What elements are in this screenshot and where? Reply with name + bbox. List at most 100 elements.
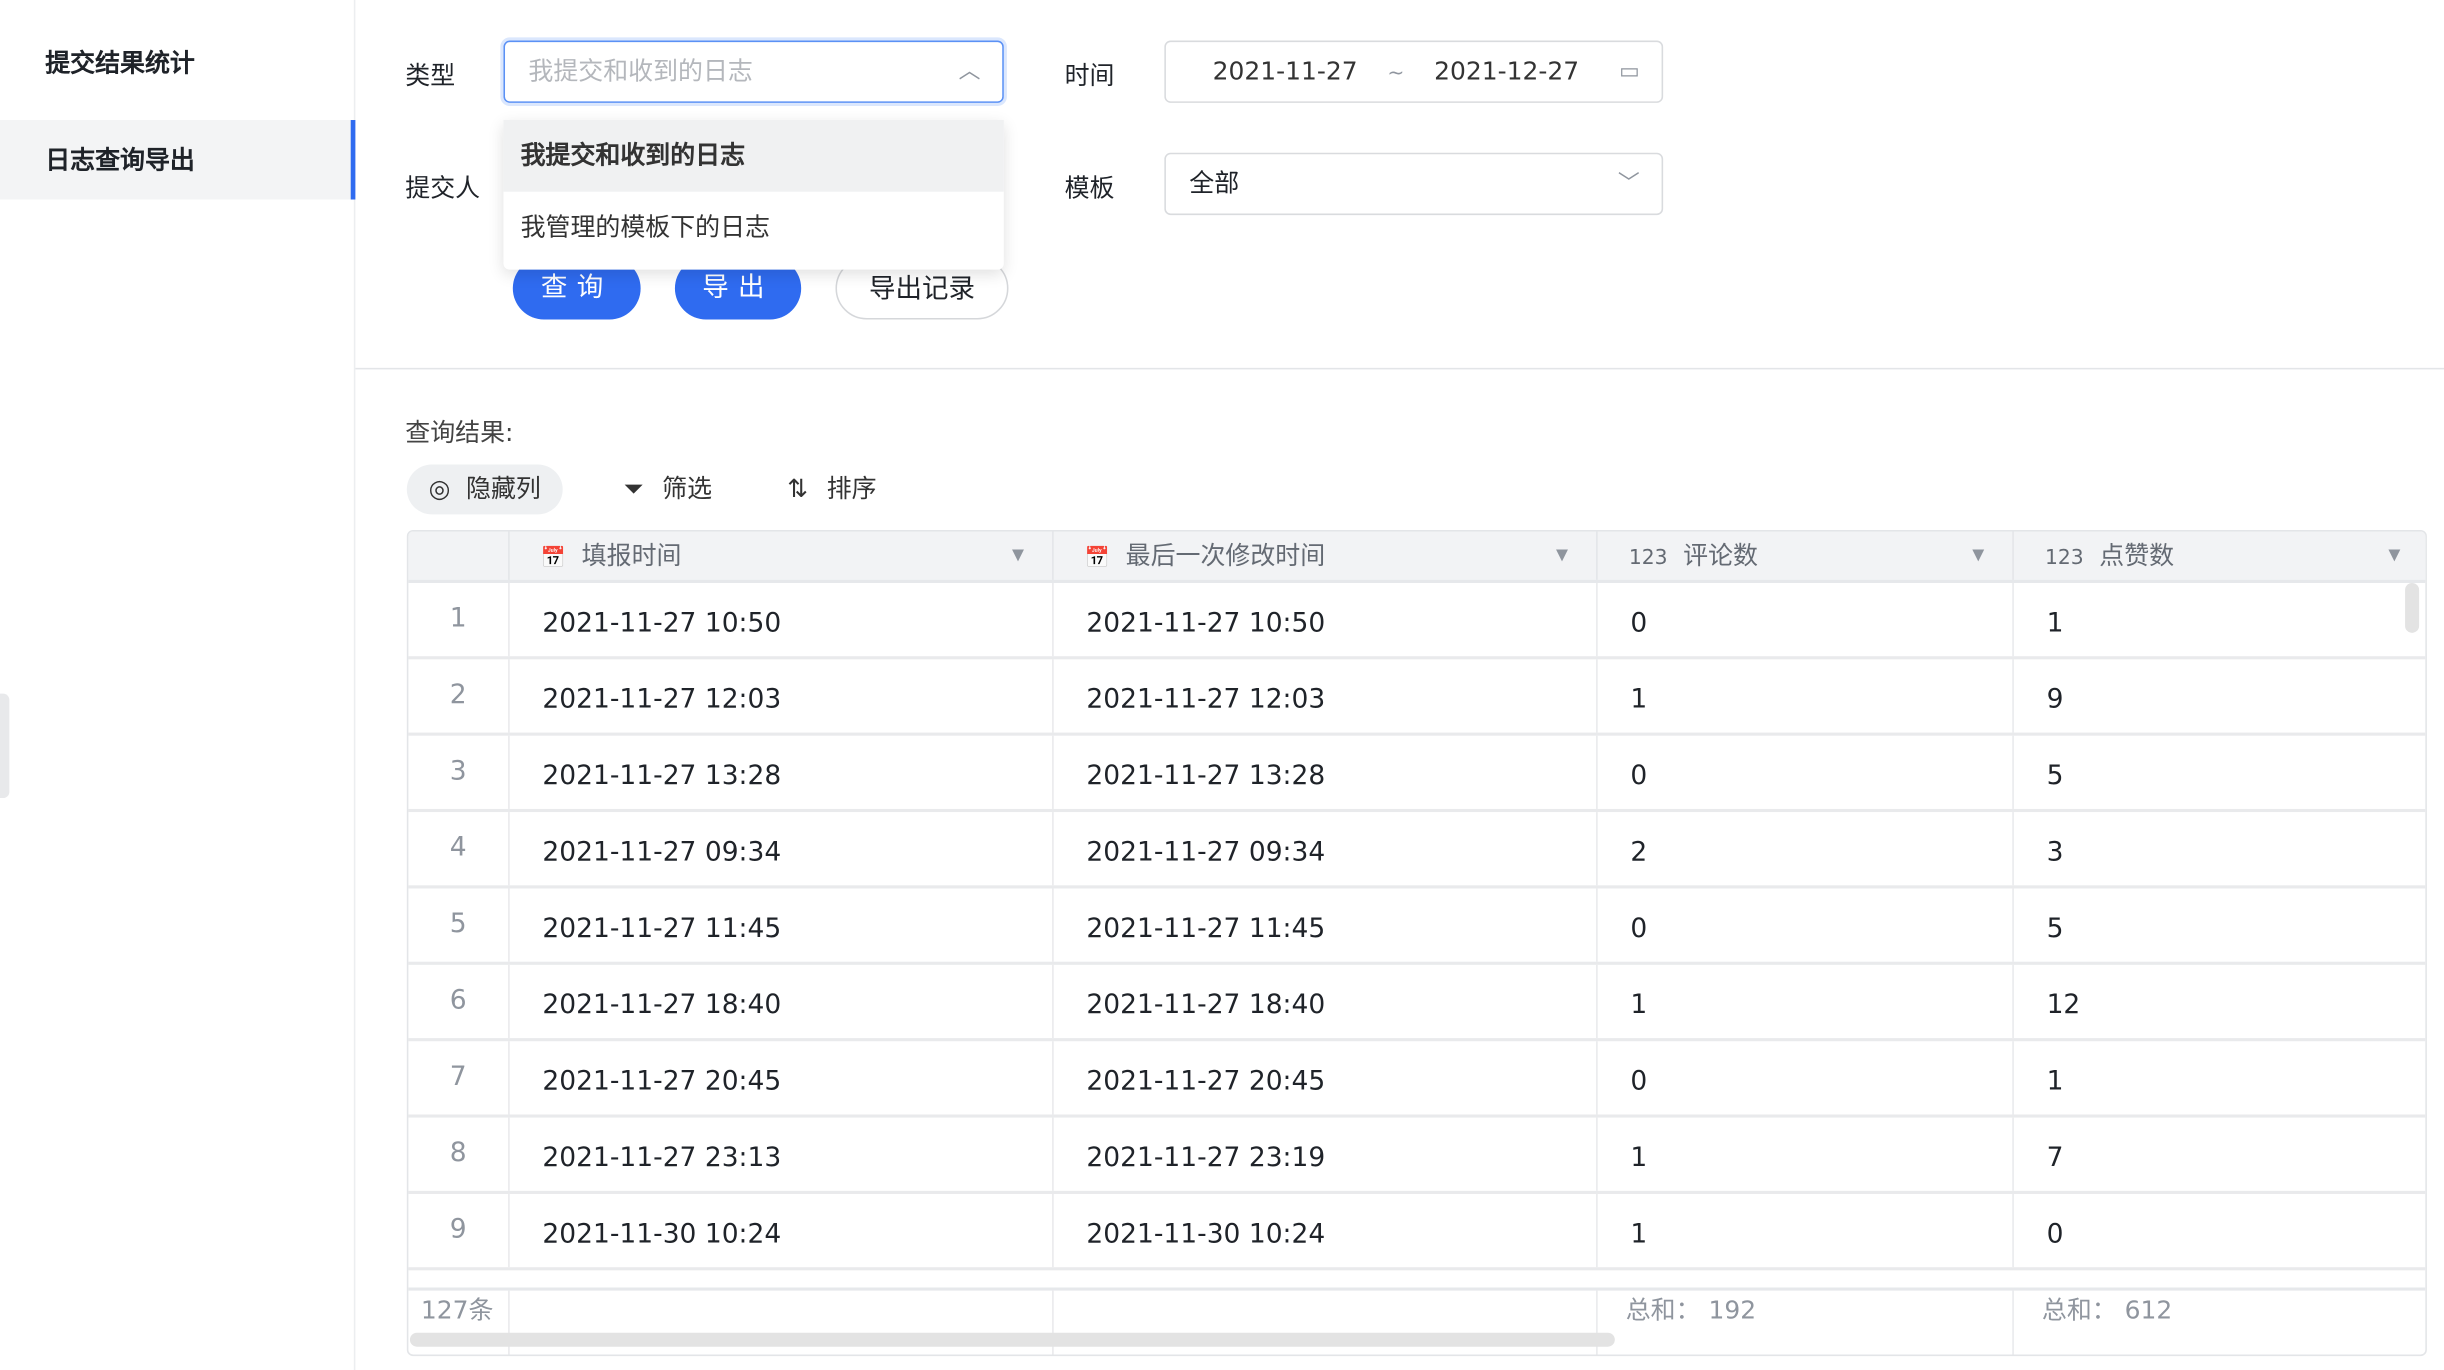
table-cell: 7	[2012, 1117, 2425, 1191]
type-option-submitted-received[interactable]: 我提交和收到的日志	[503, 120, 1004, 192]
table-cell: 2021-11-27 20:45	[1052, 1041, 1596, 1115]
column-header[interactable]: 📅 填报时间 ▼	[508, 531, 1052, 580]
table-cell: 2021-11-27 18:40	[508, 964, 1052, 1039]
sort-button[interactable]: ⇅ 排序	[787, 464, 877, 514]
chevron-down-icon: ﹀	[1617, 171, 1640, 197]
caret-down-icon[interactable]: ▼	[1556, 532, 1568, 580]
table-cell: 2021-11-30 10:24	[1052, 1193, 1596, 1268]
caret-down-icon[interactable]: ▼	[2388, 532, 2400, 580]
column-header-label: 最后一次修改时间	[1125, 540, 1326, 571]
number-icon: 123	[2045, 547, 2084, 571]
sort-icon: ⇅	[787, 473, 809, 504]
row-index: 1	[449, 603, 467, 635]
caret-down-icon[interactable]: ▼	[1972, 532, 1984, 580]
column-header[interactable]: 123 评论数 ▼	[1596, 531, 2012, 580]
table-cell: 2021-11-27 09:34	[1052, 812, 1596, 886]
row-index: 2	[449, 679, 467, 711]
column-header-label: 填报时间	[581, 540, 682, 571]
row-index: 5	[449, 908, 467, 940]
filter-icon: ⏷	[623, 473, 644, 504]
table-cell: 2021-11-27 12:03	[1052, 659, 1596, 733]
type-select[interactable]: 我提交和收到的日志 ︿	[503, 40, 1004, 103]
calendar-icon: ▭	[1619, 59, 1640, 85]
row-index: 3	[449, 755, 467, 788]
likes-sum: 总和： 612	[2012, 1290, 2425, 1355]
table-cell: 1	[1596, 659, 2012, 733]
results-title: 查询结果:	[405, 417, 514, 448]
table-cell: 12	[2012, 964, 2425, 1039]
row-index: 9	[449, 1214, 467, 1246]
table-cell: 0	[1596, 888, 2012, 962]
calendar-icon: 📅	[540, 547, 567, 571]
table-row[interactable]: 1 2021-11-27 10:50 2021-11-27 10:50 0 1	[408, 582, 2426, 660]
table-row[interactable]: 4 2021-11-27 09:34 2021-11-27 09:34 2 3	[408, 812, 2426, 889]
table-cell: 0	[1596, 735, 2012, 809]
table-row[interactable]: 6 2021-11-27 18:40 2021-11-27 18:40 1 12	[408, 964, 2426, 1042]
row-index: 7	[449, 1061, 467, 1093]
table-cell: 2021-11-27 23:19	[1052, 1117, 1596, 1191]
table-cell: 5	[2012, 888, 2425, 962]
table-cell: 2021-11-27 09:34	[508, 812, 1052, 886]
column-header[interactable]: 123 点赞数 ▼	[2012, 531, 2425, 580]
table-row[interactable]: 3 2021-11-27 13:28 2021-11-27 13:28 0 5	[408, 735, 2426, 813]
table-row-partial	[408, 1264, 2425, 1289]
column-header[interactable]: 📅 最后一次修改时间 ▼	[1052, 531, 1596, 580]
calendar-icon: 📅	[1084, 547, 1111, 571]
table-cell: 2021-11-27 13:28	[1052, 735, 1596, 809]
table-cell: 0	[1596, 1041, 2012, 1115]
eye-off-icon: ◎	[428, 473, 451, 504]
table-header: 📅 填报时间 ▼ 📅 最后一次修改时间 ▼ 123 评论数 ▼ 123 点赞数 ▼	[408, 531, 2426, 583]
table-cell: 1	[1596, 964, 2012, 1039]
date-separator: ~	[1387, 62, 1405, 86]
type-placeholder: 我提交和收到的日志	[528, 56, 753, 86]
table-cell: 2021-11-27 12:03	[508, 659, 1052, 733]
hide-columns-label: 隐藏列	[466, 473, 541, 504]
sort-label: 排序	[826, 473, 877, 504]
number-icon: 123	[1628, 547, 1668, 571]
comments-sum: 总和： 192	[1596, 1290, 2012, 1355]
sidebar-item-log-export[interactable]: 日志查询导出	[0, 120, 356, 200]
sidebar-item-submit-stats[interactable]: 提交结果统计	[0, 23, 355, 102]
table-cell: 2021-11-27 10:50	[1052, 582, 1596, 657]
table-cell: 1	[2012, 582, 2425, 657]
time-label: 时间	[1064, 60, 1115, 91]
table-cell: 2021-11-27 11:45	[1052, 888, 1596, 962]
horizontal-scrollbar[interactable]	[409, 1332, 1615, 1347]
table-cell: 2	[1596, 812, 2012, 886]
template-label: 模板	[1064, 173, 1115, 203]
divider	[355, 367, 2444, 370]
table-row[interactable]: 7 2021-11-27 20:45 2021-11-27 20:45 0 1	[408, 1041, 2426, 1118]
date-range-picker[interactable]: 2021-11-27 ~ 2021-12-27 ▭	[1164, 40, 1664, 103]
index-header	[408, 532, 508, 580]
table-cell: 2021-11-27 18:40	[1052, 964, 1596, 1039]
row-index: 6	[449, 985, 467, 1017]
table-row[interactable]: 8 2021-11-27 23:13 2021-11-27 23:19 1 7	[408, 1117, 2426, 1194]
table-cell: 0	[1596, 582, 2012, 657]
hide-columns-button[interactable]: ◎ 隐藏列	[406, 464, 563, 515]
table-cell: 2021-11-27 23:13	[508, 1117, 1052, 1191]
date-start: 2021-11-27	[1212, 56, 1358, 86]
table-cell: 2021-11-27 13:28	[508, 735, 1052, 809]
column-header-label: 评论数	[1683, 540, 1758, 571]
table-cell: 0	[2012, 1193, 2425, 1268]
column-header-label: 点赞数	[2099, 540, 2175, 571]
table-row[interactable]: 9 2021-11-30 10:24 2021-11-30 10:24 1 0	[408, 1193, 2426, 1271]
caret-down-icon[interactable]: ▼	[1012, 532, 1024, 580]
collapse-handle[interactable]	[0, 693, 10, 799]
type-dropdown: 我提交和收到的日志 我管理的模板下的日志	[503, 120, 1004, 270]
filter-label: 筛选	[662, 473, 713, 504]
table-cell: 9	[2012, 659, 2425, 733]
filter-button[interactable]: ⏷ 筛选	[623, 464, 712, 514]
type-option-managed-templates[interactable]: 我管理的模板下的日志	[503, 192, 1003, 264]
table-cell: 1	[1596, 1193, 2012, 1268]
row-index: 4	[449, 832, 467, 864]
chevron-up-icon: ︿	[958, 59, 981, 85]
table-cell: 1	[1596, 1117, 2012, 1191]
vertical-scrollbar[interactable]	[2405, 582, 2420, 633]
table-row[interactable]: 2 2021-11-27 12:03 2021-11-27 12:03 1 9	[408, 659, 2426, 736]
table-row[interactable]: 5 2021-11-27 11:45 2021-11-27 11:45 0 5	[408, 888, 2426, 965]
table-cell: 2021-11-27 20:45	[508, 1041, 1052, 1115]
sidebar: 提交结果统计 日志查询导出	[0, 0, 356, 1370]
template-select[interactable]: 全部 ﹀	[1164, 152, 1664, 216]
table-cell: 5	[2012, 735, 2425, 809]
